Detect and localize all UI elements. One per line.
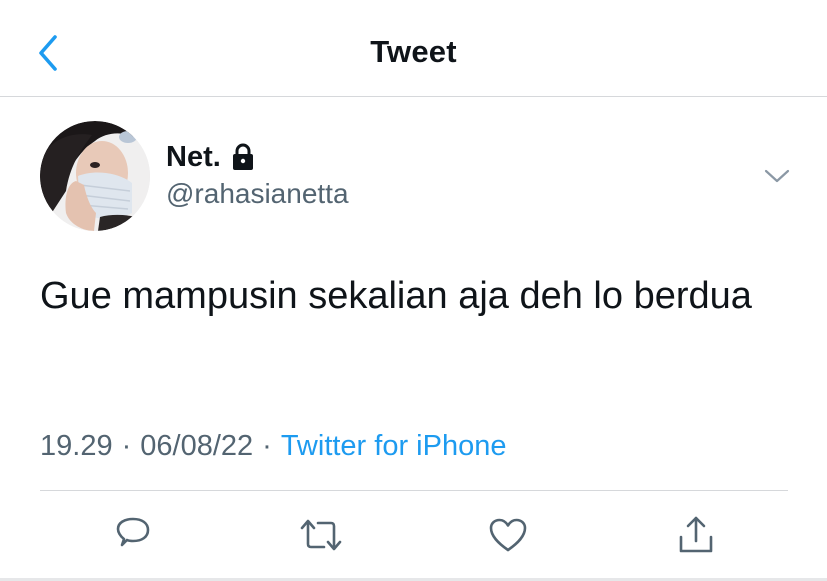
retweet-icon — [300, 519, 342, 551]
separator: · — [262, 429, 272, 462]
tweet-text: Gue mampusin sekalian aja deh lo berdua — [40, 275, 752, 317]
display-name[interactable]: Net. — [166, 141, 221, 174]
reply-icon — [116, 517, 150, 547]
top-navigation-bar: Tweet — [0, 0, 827, 97]
heart-icon — [489, 518, 527, 552]
share-button[interactable] — [673, 512, 719, 558]
reply-button[interactable] — [110, 512, 156, 558]
share-icon — [679, 516, 713, 553]
lock-icon — [231, 143, 255, 171]
divider — [40, 490, 788, 491]
tweet-metadata: 19.29 · 06/08/22 · Twitter for iPhone — [40, 428, 506, 464]
chevron-down-icon — [764, 169, 790, 183]
profile-photo — [40, 121, 150, 231]
display-name-row: Net. — [166, 138, 255, 176]
tweet-detail-screen: Tweet Net. @rahasianetta Gue mampusin se… — [0, 0, 827, 581]
separator: · — [121, 429, 132, 462]
retweet-button[interactable] — [298, 512, 344, 558]
tweet-date: 06/08/22 — [140, 429, 254, 462]
more-options-button[interactable] — [760, 163, 794, 189]
like-button[interactable] — [485, 512, 531, 558]
tweet-source-link[interactable]: Twitter for iPhone — [281, 430, 507, 463]
page-title: Tweet — [370, 34, 457, 69]
user-handle[interactable]: @rahasianetta — [166, 178, 349, 210]
tweet-time: 19.29 — [40, 429, 113, 462]
avatar[interactable] — [40, 121, 150, 231]
